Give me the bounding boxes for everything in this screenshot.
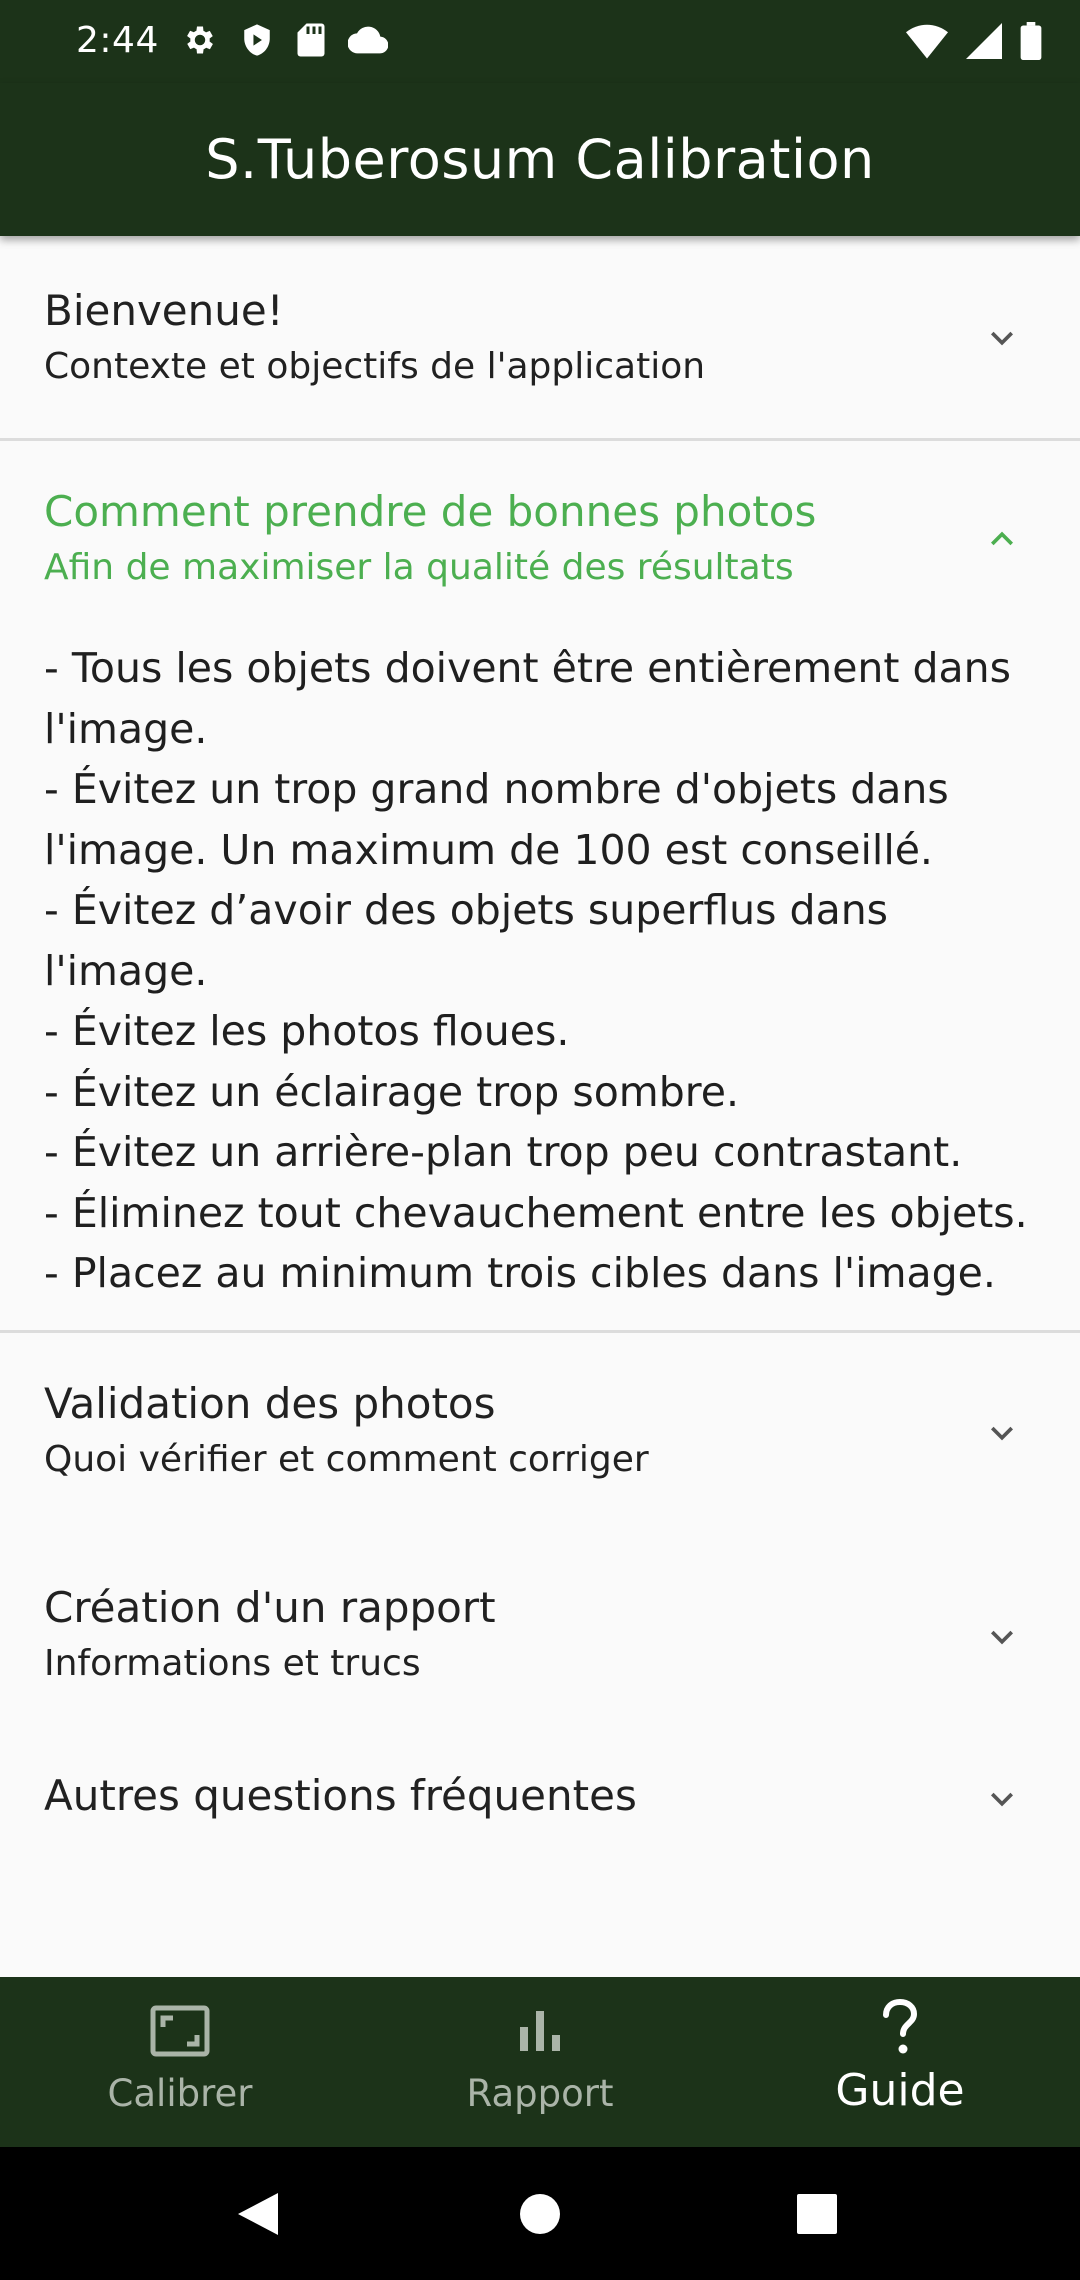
- back-icon[interactable]: [236, 2191, 280, 2237]
- panel-title: Validation des photos: [44, 1379, 496, 1428]
- sd-card-icon: [297, 23, 325, 57]
- nav-item-rapport[interactable]: Rapport: [360, 1977, 720, 2147]
- app-title: S.Tuberosum Calibration: [205, 128, 875, 191]
- panel-welcome[interactable]: Bienvenue! Contexte et objectifs de l'ap…: [0, 236, 1080, 440]
- chevron-down-icon[interactable]: [980, 1615, 1024, 1659]
- question-mark-icon: [720, 1999, 1080, 2055]
- home-icon[interactable]: [519, 2193, 561, 2235]
- cloud-icon: [348, 26, 388, 54]
- panel-subtitle: Informations et trucs: [44, 1643, 421, 1684]
- panel-faq[interactable]: Autres questions fréquentes: [0, 1741, 1080, 1921]
- app-bar: S.Tuberosum Calibration: [0, 83, 1080, 236]
- chevron-up-icon[interactable]: [980, 517, 1024, 561]
- panel-subtitle: Contexte et objectifs de l'application: [44, 346, 706, 387]
- crop-free-icon: [0, 2005, 360, 2061]
- guide-line: - Évitez un trop grand nombre d'objets d…: [44, 765, 949, 874]
- chevron-down-icon[interactable]: [980, 1411, 1024, 1455]
- shield-icon: [244, 24, 270, 56]
- battery-icon: [1020, 22, 1042, 60]
- panel-title: Bienvenue!: [44, 286, 284, 335]
- nav-label: Guide: [835, 2065, 965, 2116]
- guide-line: - Éliminez tout chevauchement entre les …: [44, 1188, 1028, 1237]
- nav-label: Calibrer: [107, 2072, 253, 2115]
- panel-subtitle: Quoi vérifier et comment corriger: [44, 1439, 649, 1480]
- guide-line: - Placez au minimum trois cibles dans l'…: [44, 1249, 996, 1297]
- nav-label: Rapport: [466, 2072, 614, 2115]
- guide-line: - Évitez d’avoir des objets superflus da…: [44, 886, 889, 995]
- guide-body: - Tous les objets doivent être entièreme…: [44, 638, 1054, 1304]
- panel-validation[interactable]: Validation des photos Quoi vérifier et c…: [0, 1333, 1080, 1537]
- panel-title: Autres questions fréquentes: [44, 1771, 637, 1820]
- bottom-navigation: Calibrer Rapport Guide: [0, 1977, 1080, 2147]
- panel-subtitle: Afin de maximiser la qualité des résulta…: [44, 547, 794, 588]
- signal-icon: [966, 23, 1002, 59]
- panel-title: Création d'un rapport: [44, 1583, 496, 1632]
- bar-chart-icon: [360, 2005, 720, 2061]
- status-bar: 2:44: [0, 0, 1080, 83]
- wifi-icon: [906, 24, 948, 59]
- nav-item-calibrer[interactable]: Calibrer: [0, 1977, 360, 2147]
- panel-title: Comment prendre de bonnes photos: [44, 487, 817, 536]
- recents-icon[interactable]: [797, 2194, 837, 2234]
- chevron-down-icon[interactable]: [980, 316, 1024, 360]
- status-icons-left: [182, 22, 388, 58]
- guide-line: - Évitez les photos floues.: [44, 1007, 570, 1055]
- guide-line: - Évitez un arrière-plan trop peu contra…: [44, 1128, 963, 1176]
- guide-line: - Tous les objets doivent être entièreme…: [44, 644, 1012, 753]
- status-time: 2:44: [76, 20, 159, 61]
- status-icons-right: [906, 22, 1042, 60]
- gear-icon: [187, 26, 213, 54]
- guide-line: - Évitez un éclairage trop sombre.: [44, 1067, 739, 1116]
- chevron-down-icon[interactable]: [980, 1777, 1024, 1821]
- nav-item-guide[interactable]: Guide: [720, 1977, 1080, 2147]
- system-navigation-bar: [0, 2147, 1080, 2280]
- panel-report[interactable]: Création d'un rapport Informations et tr…: [0, 1537, 1080, 1741]
